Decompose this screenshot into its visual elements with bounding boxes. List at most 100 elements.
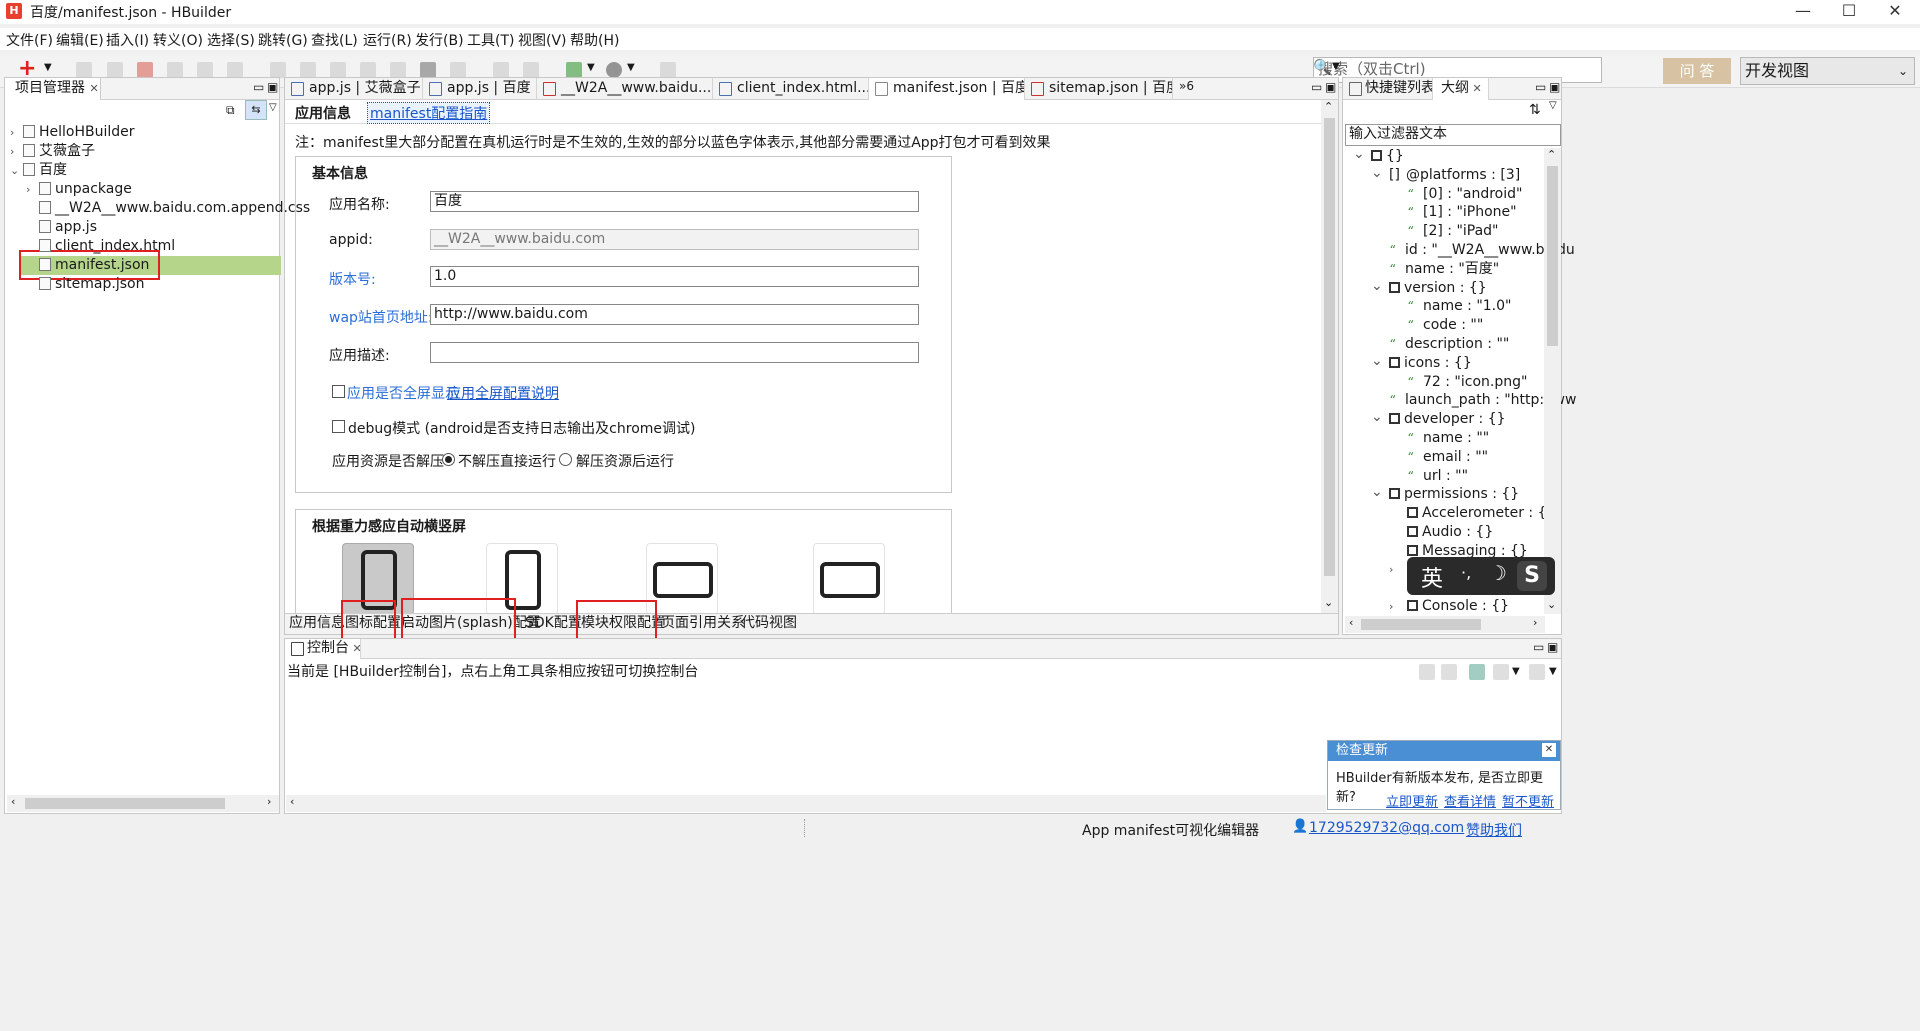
maximize-panel-icon[interactable]: ▣ (267, 80, 278, 94)
view-menu-icon[interactable]: ▽ (269, 102, 277, 113)
tree-item[interactable]: › HelloHBuilder (10, 123, 135, 142)
later-link[interactable]: 暂不更新 (1502, 791, 1554, 810)
clear-console-icon[interactable] (1419, 664, 1435, 680)
maximize-panel-icon[interactable]: ▣ (1547, 640, 1558, 654)
vscroll-thumb[interactable] (1324, 118, 1335, 576)
minimize-panel-icon[interactable]: ▭ (253, 80, 264, 94)
tree-item[interactable]: sitemap.json (39, 275, 144, 294)
tab-console[interactable]: 控制台 ✕ (285, 639, 361, 659)
maximize-panel-icon[interactable]: ▣ (1325, 80, 1336, 94)
open-dropdown-icon[interactable]: ▼ (1549, 666, 1557, 677)
outline-item[interactable]: ⌄ permissions : {} (1371, 484, 1519, 504)
chevron-down-icon[interactable]: ⌄ (1371, 277, 1383, 296)
outline-item[interactable]: “ [0] : "android" (1407, 185, 1522, 204)
indent-left-icon[interactable] (360, 62, 376, 78)
chevron-right-icon[interactable]: › (10, 123, 14, 142)
scroll-lock-icon[interactable] (1441, 664, 1457, 680)
menu-escape[interactable]: 转义(O) (153, 30, 203, 50)
chevron-right-icon[interactable]: › (1389, 563, 1393, 576)
fullscreen-checkbox[interactable] (332, 385, 345, 398)
outline-item[interactable]: ⌄ developer : {} (1371, 409, 1506, 429)
tree-item[interactable]: manifest.json (39, 256, 149, 275)
minimize-panel-icon[interactable]: ▭ (1311, 80, 1322, 94)
chevron-down-icon[interactable]: ⌄ (1371, 352, 1383, 371)
tree-item[interactable]: app.js (39, 218, 97, 237)
outline-item[interactable]: Audio : {} (1407, 523, 1493, 542)
editor-vscroll[interactable]: ⌃ ⌄ (1321, 100, 1338, 613)
chevron-right-icon[interactable]: › (26, 180, 30, 199)
outline-item[interactable]: “ [2] : "iPad" (1407, 222, 1499, 241)
run-icon[interactable] (566, 62, 582, 78)
menu-goto[interactable]: 跳转(G) (258, 30, 308, 50)
redo-icon[interactable] (197, 62, 213, 78)
user-account-link[interactable]: 1729529732@qq.com (1309, 820, 1464, 836)
chevron-down-icon[interactable]: ⌄ (1371, 408, 1383, 427)
menu-file[interactable]: 文件(F) (6, 30, 53, 50)
version-input[interactable]: 1.0 (430, 266, 919, 287)
outline-item[interactable]: ⌄ version : {} (1371, 278, 1487, 298)
font-smaller-icon[interactable] (523, 62, 539, 78)
display-dropdown-icon[interactable]: ▼ (1512, 666, 1520, 677)
chevron-right-icon[interactable]: › (1389, 597, 1393, 616)
sponsor-link[interactable]: 赞助我们 (1466, 820, 1522, 840)
tab-w2a-css[interactable]: __W2A__www.baidu.... (537, 78, 713, 100)
menu-edit[interactable]: 编辑(E) (56, 30, 104, 50)
vscroll-thumb[interactable] (1547, 166, 1558, 346)
menu-view[interactable]: 视图(V) (518, 30, 567, 50)
chevron-down-icon[interactable]: ⌄ (10, 161, 19, 180)
sort-icon[interactable]: ⇅ (1529, 102, 1541, 118)
next-bookmark-icon[interactable] (330, 62, 346, 78)
new-dropdown-icon[interactable]: ▼ (44, 62, 52, 73)
tab-sdk-config[interactable]: SDK配置 (525, 613, 582, 633)
menu-select[interactable]: 选择(S) (207, 30, 255, 50)
tab-sitemap[interactable]: sitemap.json | 百度 (1025, 78, 1173, 100)
menu-insert[interactable]: 插入(I) (106, 30, 149, 50)
tab-page-reference[interactable]: 页面引用关系 (661, 613, 745, 633)
view-details-link[interactable]: 查看详情 (1444, 791, 1496, 810)
manifest-guide-link[interactable]: manifest配置指南 (367, 102, 491, 124)
minimize-icon[interactable]: — (1780, 0, 1826, 24)
console-hscroll[interactable]: ‹ (286, 795, 1326, 812)
tree-item[interactable]: ⌄ 百度 (10, 161, 67, 180)
project-hscroll[interactable]: ‹ › (7, 795, 279, 812)
bookmark-icon[interactable] (270, 62, 286, 78)
radio-no-unpack[interactable] (442, 453, 455, 466)
app-name-input[interactable]: 百度 (430, 191, 919, 212)
tab-appjs-aiwei[interactable]: app.js | 艾薇盒子 (285, 78, 423, 100)
outline-vscroll[interactable]: ⌃ ⌄ (1544, 148, 1561, 614)
menu-run[interactable]: 运行(R) (363, 30, 412, 50)
menu-tools[interactable]: 工具(T) (467, 30, 514, 50)
menu-help[interactable]: 帮助(H) (570, 30, 619, 50)
outline-item[interactable]: “ description : "" (1389, 335, 1509, 354)
prev-bookmark-icon[interactable] (300, 62, 316, 78)
close-icon[interactable]: ✕ (1872, 0, 1918, 24)
undo-icon[interactable] (167, 62, 183, 78)
save-icon[interactable] (76, 62, 92, 78)
tree-item[interactable]: __W2A__www.baidu.com.append.css (39, 199, 310, 218)
font-larger-icon[interactable] (493, 62, 509, 78)
tab-app-info[interactable]: 应用信息 (289, 613, 345, 633)
outline-item[interactable]: ⌄ [] @platforms : [3] (1371, 165, 1520, 185)
tab-shortcuts[interactable]: 快捷键列表 (1343, 78, 1433, 100)
app-desc-input[interactable] (430, 342, 919, 363)
menu-find[interactable]: 查找(L) (311, 30, 358, 50)
collapse-all-icon[interactable]: ⧉ (226, 103, 235, 118)
outline-item[interactable]: “ email : "" (1407, 448, 1488, 467)
outline-item[interactable]: “ 72 : "icon.png" (1407, 373, 1527, 392)
ime-toolbar[interactable]: 英 ·, ☽ S (1407, 557, 1555, 595)
landscape-secondary-option[interactable] (813, 543, 885, 615)
search-dropdown-icon[interactable]: ▼ (1332, 61, 1340, 72)
outline-item[interactable]: “ code : "" (1407, 316, 1483, 335)
outline-item[interactable]: “ [1] : "iPhone" (1407, 203, 1517, 222)
chevron-down-icon[interactable]: ⌄ (1371, 483, 1383, 502)
outline-filter-input[interactable]: 输入过滤器文本 (1345, 124, 1561, 146)
close-file-icon[interactable] (137, 62, 153, 78)
tab-overflow-button[interactable]: »6 (1179, 79, 1194, 93)
close-tab-icon[interactable]: ✕ (89, 82, 98, 95)
chevron-down-icon[interactable]: ⌄ (1371, 164, 1383, 183)
tab-code-view[interactable]: 代码视图 (741, 613, 797, 633)
maximize-panel-icon[interactable]: ▣ (1549, 80, 1560, 94)
hscroll-thumb[interactable] (1361, 619, 1481, 630)
minimize-panel-icon[interactable]: ▭ (1535, 80, 1546, 94)
search-icon[interactable]: 🔍 (1313, 58, 1332, 76)
